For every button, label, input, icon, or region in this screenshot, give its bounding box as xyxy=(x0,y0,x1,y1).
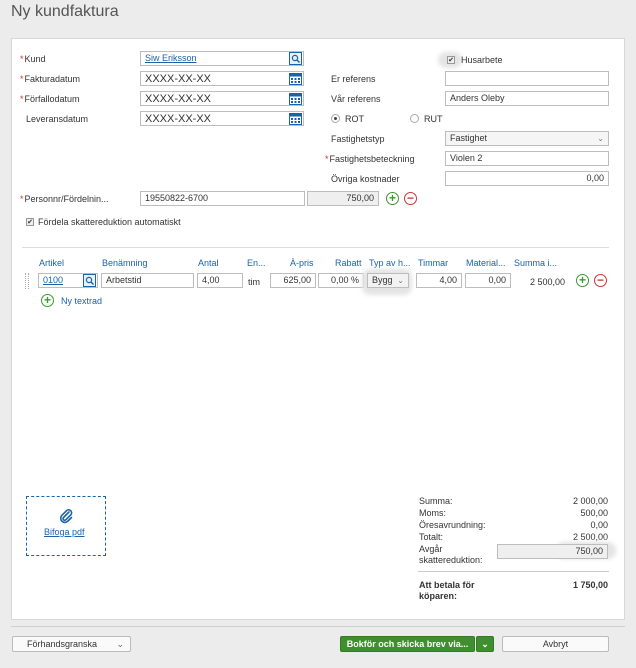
chevron-down-icon: ⌄ xyxy=(116,639,124,649)
add-row-button[interactable]: + xyxy=(576,274,589,287)
book-send-button[interactable]: Bokför och skicka brev via... xyxy=(340,636,475,652)
cancel-button[interactable]: Avbryt xyxy=(502,636,609,652)
col-enhet[interactable]: En... xyxy=(247,258,266,268)
typ-value: Bygg xyxy=(372,275,393,285)
col-apris[interactable]: À-pris xyxy=(290,258,314,268)
oresavrundning-value: 0,00 xyxy=(590,520,608,530)
summary-divider xyxy=(418,571,609,572)
fastighetstyp-label: Fastighetstyp xyxy=(331,134,385,144)
col-summa[interactable]: Summa i... xyxy=(514,258,557,268)
fastighetsbeteckning-input[interactable]: Violen 2 xyxy=(445,151,609,166)
avgar-label-line2: skattereduktion: xyxy=(419,555,483,565)
var-referens-input[interactable]: Anders Oleby xyxy=(445,91,609,106)
var-referens-label: Vår referens xyxy=(331,94,381,104)
chevron-down-icon: ⌄ xyxy=(397,276,404,285)
chevron-down-icon: ⌄ xyxy=(481,639,489,649)
page-title: Ny kundfaktura xyxy=(11,3,119,20)
remove-row-button[interactable]: − xyxy=(594,274,607,287)
benamning-input[interactable]: Arbetstid xyxy=(101,273,194,288)
artikel-link[interactable]: 0100 xyxy=(43,275,63,285)
customer-lookup-icon[interactable] xyxy=(289,52,302,65)
attach-dropzone[interactable] xyxy=(26,496,106,556)
forfallodatum-label: *Förfallodatum xyxy=(20,94,80,104)
rut-radio[interactable] xyxy=(410,114,419,123)
col-rabatt[interactable]: Rabatt xyxy=(335,258,362,268)
divider xyxy=(22,247,609,248)
kund-label: *Kund xyxy=(20,54,46,64)
personnr-label: *Personnr/Fördelnin... xyxy=(20,194,109,204)
timmar-input[interactable]: 4,00 xyxy=(416,273,462,288)
footer-divider xyxy=(11,626,625,627)
col-antal[interactable]: Antal xyxy=(198,258,219,268)
leveransdatum-label: Leveransdatum xyxy=(26,114,89,124)
rut-label: RUT xyxy=(424,114,443,124)
kund-link[interactable]: Siw Eriksson xyxy=(145,53,197,63)
book-send-dropdown[interactable]: ⌄ xyxy=(476,636,494,652)
fastighetsbeteckning-label: *Fastighetsbeteckning xyxy=(325,154,415,164)
col-material[interactable]: Material... xyxy=(466,258,506,268)
paperclip-icon xyxy=(59,509,73,524)
calendar-icon[interactable] xyxy=(289,72,302,85)
totalt-label: Totalt: xyxy=(419,532,444,542)
fakturadatum-input[interactable]: XXXX-XX-XX xyxy=(140,71,304,86)
col-artikel[interactable]: Artikel xyxy=(39,258,64,268)
add-person-button[interactable]: + xyxy=(386,192,399,205)
fakturadatum-label: *Fakturadatum xyxy=(20,74,81,84)
rot-radio[interactable] xyxy=(331,114,340,123)
husarbete-label: Husarbete xyxy=(461,55,503,65)
add-textrad-icon[interactable]: + xyxy=(41,294,54,307)
er-referens-label: Er referens xyxy=(331,74,376,84)
enhet-value: tim xyxy=(248,277,260,287)
article-lookup-icon[interactable] xyxy=(83,274,96,287)
rot-label: ROT xyxy=(345,114,364,124)
totalt-value: 2 500,00 xyxy=(572,532,608,542)
col-timmar[interactable]: Timmar xyxy=(418,258,448,268)
fastighetstyp-value: Fastighet xyxy=(450,133,488,143)
ny-textrad-link[interactable]: Ny textrad xyxy=(61,296,102,306)
fordela-label: Fördela skattereduktion automatiskt xyxy=(38,217,181,227)
att-betala-label-line1: Att betala för xyxy=(419,580,475,590)
drag-handle[interactable] xyxy=(25,273,29,289)
fastighetstyp-select[interactable]: Fastighet ⌄ xyxy=(445,131,609,146)
preview-label: Förhandsgranska xyxy=(27,639,98,649)
ovriga-kostnader-label: Övriga kostnader xyxy=(331,174,400,184)
forfallodatum-input[interactable]: XXXX-XX-XX xyxy=(140,91,304,106)
avgar-input: 750,00 xyxy=(497,544,608,559)
col-typ[interactable]: Typ av h... xyxy=(369,258,411,268)
personnr-input[interactable]: 19550822-6700 xyxy=(140,191,305,206)
att-betala-value: 1 750,00 xyxy=(572,580,608,590)
bifoga-pdf-link[interactable]: Bifoga pdf xyxy=(44,527,85,537)
summa-value: 2 500,00 xyxy=(529,277,565,287)
moms-value: 500,00 xyxy=(580,508,608,518)
antal-input[interactable]: 4,00 xyxy=(197,273,243,288)
rabatt-input[interactable]: 0,00 % xyxy=(318,273,364,288)
remove-person-button[interactable]: − xyxy=(404,192,417,205)
material-input[interactable]: 0,00 xyxy=(465,273,511,288)
preview-button[interactable]: Förhandsgranska ⌄ xyxy=(12,636,131,652)
summa-label: Summa: xyxy=(419,496,453,506)
calendar-icon[interactable] xyxy=(289,92,302,105)
kund-input[interactable]: Siw Eriksson xyxy=(140,51,304,66)
calendar-icon[interactable] xyxy=(289,112,302,125)
ovriga-kostnader-input[interactable]: 0,00 xyxy=(445,171,609,186)
avgar-label-line1: Avgår xyxy=(419,544,443,554)
personnr-amount: 750,00 xyxy=(307,191,379,206)
husarbete-checkbox[interactable]: ✔ xyxy=(447,56,455,64)
summa-total-value: 2 000,00 xyxy=(572,496,608,506)
leveransdatum-input[interactable]: XXXX-XX-XX xyxy=(140,111,304,126)
typ-select[interactable]: Bygg ⌄ xyxy=(367,273,409,288)
apris-input[interactable]: 625,00 xyxy=(270,273,316,288)
er-referens-input[interactable] xyxy=(445,71,609,86)
att-betala-label-line2: köparen: xyxy=(419,591,458,601)
moms-label: Moms: xyxy=(419,508,446,518)
chevron-down-icon: ⌄ xyxy=(597,134,604,143)
oresavrundning-label: Öresavrundning: xyxy=(419,520,486,530)
fordela-checkbox[interactable]: ✔ xyxy=(26,218,34,226)
col-benamning[interactable]: Benämning xyxy=(102,258,148,268)
